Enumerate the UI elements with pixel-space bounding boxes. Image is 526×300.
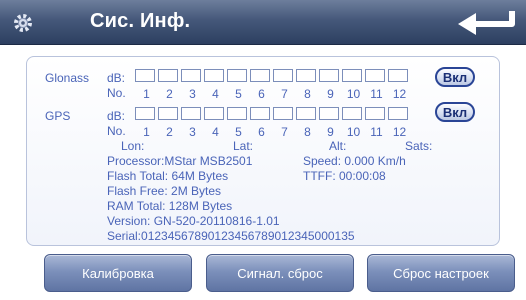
gps-channel-number: 6 bbox=[258, 125, 265, 139]
gps-signal-box bbox=[342, 107, 362, 120]
gps-channel-number: 11 bbox=[370, 125, 383, 139]
signal-reset-button[interactable]: Сигнал. сброс bbox=[206, 254, 354, 292]
gps-signal-box bbox=[273, 107, 293, 120]
glonass-signal-box bbox=[181, 69, 201, 82]
gps-signal-box bbox=[296, 107, 316, 120]
version-text: Version: GN-520-20110816-1.01 bbox=[107, 214, 280, 228]
gps-on-button[interactable]: Вкл bbox=[435, 102, 475, 122]
sats-label: Sats: bbox=[405, 139, 433, 153]
glonass-signal-bars bbox=[135, 69, 408, 82]
gps-signal-box bbox=[181, 107, 201, 120]
glonass-no-label: No. bbox=[107, 86, 126, 100]
flash-total-text: Flash Total: 64M Bytes bbox=[107, 169, 229, 183]
alt-label: Alt: bbox=[329, 139, 347, 153]
calibration-button[interactable]: Калибровка bbox=[44, 254, 192, 292]
gps-signal-box bbox=[158, 107, 178, 120]
gps-channel-number: 1 bbox=[143, 125, 150, 139]
gps-channel-numbers: 1 2 3 4 5 6 7 8 9 10 11 12 bbox=[135, 126, 411, 139]
info-panel: Glonass dB: No. 1 2 3 4 5 6 7 8 9 10 11 12 Вкл GPS … bbox=[26, 56, 500, 246]
glonass-channel-number: 9 bbox=[327, 87, 334, 101]
gps-no-label: No. bbox=[107, 124, 126, 138]
glonass-db-label: dB: bbox=[107, 71, 126, 85]
glonass-on-button[interactable]: Вкл bbox=[435, 67, 475, 87]
glonass-signal-box bbox=[388, 69, 408, 82]
glonass-channel-number: 5 bbox=[235, 87, 242, 101]
glonass-channel-number: 8 bbox=[304, 87, 311, 101]
processor-text: Processor:MStar MSB2501 bbox=[107, 154, 253, 168]
gear-icon[interactable] bbox=[0, 0, 46, 45]
gps-channel-number: 5 bbox=[235, 125, 242, 139]
gps-channel-number: 10 bbox=[346, 125, 361, 139]
back-arrow-icon bbox=[458, 11, 515, 35]
settings-reset-button[interactable]: Сброс настроек bbox=[367, 254, 515, 292]
gps-channel-number: 7 bbox=[281, 125, 288, 139]
gps-label: GPS bbox=[45, 109, 71, 123]
flash-free-text: Flash Free: 2M Bytes bbox=[107, 184, 222, 198]
gps-channel-number: 8 bbox=[304, 125, 311, 139]
glonass-signal-box bbox=[227, 69, 247, 82]
gps-channel-number: 4 bbox=[212, 125, 219, 139]
glonass-channel-number: 12 bbox=[392, 87, 407, 101]
gps-signal-box bbox=[388, 107, 408, 120]
glonass-channel-number: 1 bbox=[143, 87, 150, 101]
glonass-label: Glonass bbox=[45, 71, 90, 85]
glonass-channel-numbers: 1 2 3 4 5 6 7 8 9 10 11 12 bbox=[135, 88, 411, 101]
gps-signal-box bbox=[250, 107, 270, 120]
glonass-channel-number: 4 bbox=[212, 87, 219, 101]
speed-text: Speed: 0.000 Km/h bbox=[303, 154, 406, 168]
glonass-signal-box bbox=[319, 69, 339, 82]
glonass-signal-box bbox=[296, 69, 316, 82]
ttff-text: TTFF: 00:00:08 bbox=[303, 169, 386, 183]
page-title: Сис. Инф. bbox=[90, 10, 191, 32]
title-bar: Сис. Инф. bbox=[0, 0, 526, 45]
lat-label: Lat: bbox=[233, 139, 254, 153]
gps-signal-box bbox=[135, 107, 155, 120]
glonass-channel-number: 10 bbox=[346, 87, 361, 101]
gps-channel-number: 2 bbox=[166, 125, 173, 139]
gps-signal-box bbox=[227, 107, 247, 120]
gps-channel-number: 9 bbox=[327, 125, 334, 139]
glonass-channel-number: 2 bbox=[166, 87, 173, 101]
glonass-signal-box bbox=[135, 69, 155, 82]
glonass-signal-box bbox=[342, 69, 362, 82]
gps-signal-box bbox=[204, 107, 224, 120]
glonass-signal-box bbox=[158, 69, 178, 82]
glonass-channel-number: 3 bbox=[189, 87, 196, 101]
glonass-signal-box bbox=[365, 69, 385, 82]
glonass-channel-number: 7 bbox=[281, 87, 288, 101]
back-button[interactable] bbox=[448, 2, 524, 42]
glonass-signal-box bbox=[250, 69, 270, 82]
gps-signal-box bbox=[319, 107, 339, 120]
glonass-signal-box bbox=[204, 69, 224, 82]
glonass-channel-number: 11 bbox=[370, 87, 383, 101]
gps-channel-number: 12 bbox=[392, 125, 407, 139]
gps-signal-box bbox=[365, 107, 385, 120]
gps-signal-bars bbox=[135, 107, 408, 120]
serial-text: Serial:01234567890123456789012345000135 bbox=[107, 229, 355, 243]
ram-total-text: RAM Total: 128M Bytes bbox=[107, 199, 233, 213]
gps-channel-number: 3 bbox=[189, 125, 196, 139]
lon-label: Lon: bbox=[121, 139, 145, 153]
glonass-signal-box bbox=[273, 69, 293, 82]
glonass-channel-number: 6 bbox=[258, 87, 265, 101]
gps-db-label: dB: bbox=[107, 109, 126, 123]
